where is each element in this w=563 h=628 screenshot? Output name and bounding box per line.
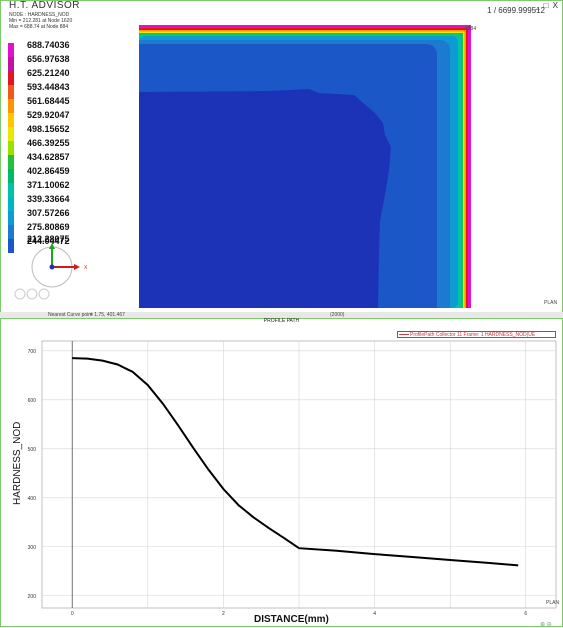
legend-swatch <box>8 197 14 211</box>
legend-value: 498.15652 <box>27 124 70 134</box>
legend-swatch <box>8 127 14 141</box>
legend-value: 402.86459 <box>27 166 70 176</box>
chart-legend: ProfilePath Collector 11 Frame: 1 HARDNE… <box>397 331 556 338</box>
legend-value: 339.33664 <box>27 194 70 204</box>
x-tick-label: 2 <box>222 611 225 617</box>
profile-line-chart[interactable]: 200 300 400 500 600 700 0 2 4 6 <box>0 318 563 627</box>
legend-swatch <box>8 71 14 85</box>
orientation-triad[interactable]: X <box>6 240 106 310</box>
zoom-in-icon[interactable] <box>14 288 26 300</box>
legend-value: 561.68445 <box>27 96 70 106</box>
plan-label: PLAN <box>546 600 560 606</box>
triad-origin <box>49 264 55 270</box>
y-tick-label: 700 <box>28 349 37 355</box>
legend-swatch <box>8 225 14 239</box>
x-tick-label: 4 <box>373 611 376 617</box>
legend-line-sample <box>399 334 409 335</box>
triad-x-arrow <box>74 264 80 270</box>
legend-value: 434.62857 <box>27 152 70 162</box>
node-tag: 1884 <box>465 26 477 32</box>
legend-swatch <box>8 211 14 225</box>
triad-y-arrow <box>49 243 55 249</box>
pan-icon[interactable] <box>38 288 50 300</box>
y-tick-label: 500 <box>28 447 37 453</box>
legend-value: 625.21240 <box>27 68 70 78</box>
legend-value: 688.74036 <box>27 40 70 50</box>
y-tick-label: 400 <box>28 496 37 502</box>
contour-legend: 688.74036 656.97638 625.21240 593.44843 … <box>0 0 140 260</box>
legend-swatch <box>8 169 14 183</box>
legend-swatch <box>8 99 14 113</box>
legend-swatch <box>8 155 14 169</box>
y-tick-label: 300 <box>28 545 37 551</box>
legend-swatch <box>8 57 14 71</box>
legend-value: 275.80869 <box>27 222 70 232</box>
legend-value: 307.57266 <box>27 208 70 218</box>
y-axis-label: HARDNESS_NOD <box>12 421 23 505</box>
window-controls[interactable]: _ □ X <box>535 1 559 10</box>
zoom-out-icon[interactable] <box>26 288 38 300</box>
legend-value: 593.44843 <box>27 82 70 92</box>
legend-value: 371.10062 <box>27 180 70 190</box>
legend-value: 656.97638 <box>27 54 70 64</box>
plan-label: PLAN <box>544 300 558 306</box>
y-tick-label: 600 <box>28 398 37 404</box>
legend-swatch <box>8 141 14 155</box>
legend-swatch <box>8 43 14 57</box>
legend-swatch <box>8 85 14 99</box>
legend-value: 466.39255 <box>27 138 70 148</box>
contour-core-band <box>139 89 391 308</box>
hardness-contour-plot[interactable] <box>139 25 471 308</box>
x-tick-label: 0 <box>71 611 74 617</box>
legend-swatch <box>8 183 14 197</box>
triad-x-label: X <box>84 265 88 271</box>
x-axis-label: DISTANCE(mm) <box>254 614 329 625</box>
x-tick-label: 6 <box>524 611 527 617</box>
legend-swatch <box>8 113 14 127</box>
legend-value: 529.92047 <box>27 110 70 120</box>
y-tick-label: 200 <box>28 594 37 600</box>
